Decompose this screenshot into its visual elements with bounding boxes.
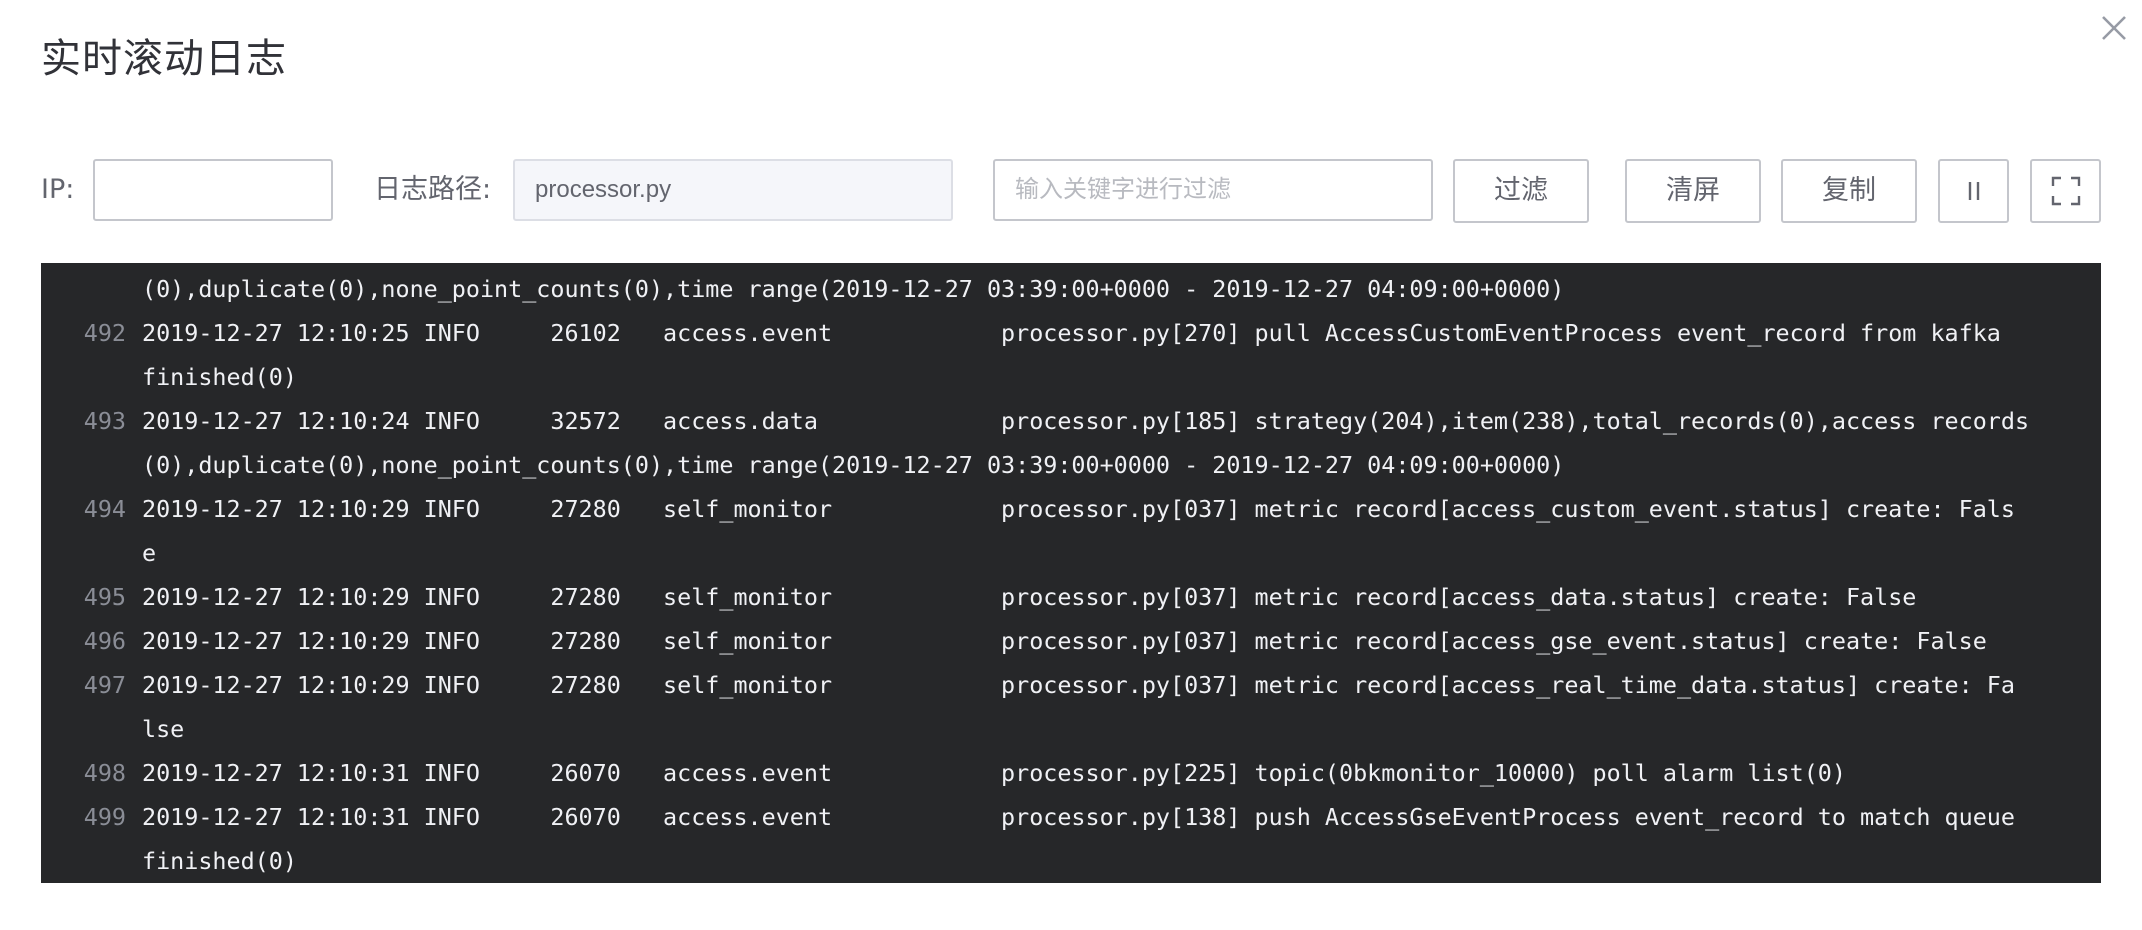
log-line-number: 494 bbox=[83, 495, 126, 523]
log-line: 493 2019-12-27 12:10:24 INFO 32572 access… bbox=[41, 399, 2101, 443]
log-line-text: 2019-12-27 12:10:24 INFO 32572 access.da… bbox=[142, 407, 2030, 435]
clear-screen-button[interactable]: 清屏 bbox=[1625, 159, 1761, 223]
log-line-number: 498 bbox=[83, 759, 126, 787]
log-line: lse bbox=[41, 707, 2101, 751]
log-line: finished(0) bbox=[41, 839, 2101, 883]
copy-button[interactable]: 复制 bbox=[1781, 159, 1917, 223]
log-line-text: e bbox=[142, 539, 157, 567]
dialog-title: 实时滚动日志 bbox=[41, 36, 287, 82]
fullscreen-button[interactable] bbox=[2030, 159, 2101, 223]
filter-button[interactable]: 过滤 bbox=[1453, 159, 1589, 223]
log-line: 494 2019-12-27 12:10:29 INFO 27280 self_m… bbox=[41, 487, 2101, 531]
log-line-text: finished(0) bbox=[142, 847, 297, 875]
log-line: (0),duplicate(0),none_point_counts(0),ti… bbox=[41, 443, 2101, 487]
log-line: 498 2019-12-27 12:10:31 INFO 26070 access… bbox=[41, 751, 2101, 795]
filter-keyword-input[interactable]: 输入关键字进行过滤 bbox=[993, 159, 1433, 221]
log-output-panel[interactable]: (0),duplicate(0),none_point_counts(0),ti… bbox=[41, 263, 2101, 883]
log-line: finished(0) bbox=[41, 355, 2101, 399]
log-line-number: 495 bbox=[83, 583, 126, 611]
filter-placeholder: 输入关键字进行过滤 bbox=[1015, 176, 1231, 203]
log-line-text: 2019-12-27 12:10:29 INFO 27280 self_moni… bbox=[142, 627, 1987, 655]
log-line: 495 2019-12-27 12:10:29 INFO 27280 self_m… bbox=[41, 575, 2101, 619]
close-icon bbox=[2102, 16, 2126, 40]
log-line: 499 2019-12-27 12:10:31 INFO 26070 access… bbox=[41, 795, 2101, 839]
log-line: e bbox=[41, 531, 2101, 575]
log-line-number: 497 bbox=[83, 671, 126, 699]
log-line-text: (0),duplicate(0),none_point_counts(0),ti… bbox=[142, 451, 1565, 479]
log-path-label: 日志路径: bbox=[374, 174, 492, 205]
log-line-number: 492 bbox=[83, 319, 126, 347]
log-path-input[interactable]: processor.py bbox=[513, 159, 953, 221]
log-line-number: 496 bbox=[83, 627, 126, 655]
log-line: (0),duplicate(0),none_point_counts(0),ti… bbox=[41, 267, 2101, 311]
ip-input[interactable] bbox=[93, 159, 333, 221]
ip-label: IP: bbox=[41, 174, 75, 205]
log-line-text: 2019-12-27 12:10:29 INFO 27280 self_moni… bbox=[142, 583, 1917, 611]
log-line-text: 2019-12-27 12:10:31 INFO 26070 access.ev… bbox=[142, 759, 1846, 787]
log-line: 496 2019-12-27 12:10:29 INFO 27280 self_m… bbox=[41, 619, 2101, 663]
log-line-text: 2019-12-27 12:10:29 INFO 27280 self_moni… bbox=[142, 671, 2015, 699]
pause-button[interactable] bbox=[1938, 159, 2009, 223]
log-line-number: 493 bbox=[83, 407, 126, 435]
log-line-number: 499 bbox=[83, 803, 126, 831]
log-line: 492 2019-12-27 12:10:25 INFO 26102 access… bbox=[41, 311, 2101, 355]
log-line-text: 2019-12-27 12:10:25 INFO 26102 access.ev… bbox=[142, 319, 2001, 347]
log-line-text: finished(0) bbox=[142, 363, 297, 391]
log-line-text: lse bbox=[142, 715, 185, 743]
fullscreen-icon bbox=[2051, 176, 2080, 206]
close-button[interactable] bbox=[2094, 8, 2134, 48]
log-line: 497 2019-12-27 12:10:29 INFO 27280 self_m… bbox=[41, 663, 2101, 707]
log-line-text: (0),duplicate(0),none_point_counts(0),ti… bbox=[142, 275, 1565, 303]
pause-icon bbox=[1968, 182, 1979, 200]
log-line-text: 2019-12-27 12:10:31 INFO 26070 access.ev… bbox=[142, 803, 2015, 831]
log-line-text: 2019-12-27 12:10:29 INFO 27280 self_moni… bbox=[142, 495, 2015, 523]
